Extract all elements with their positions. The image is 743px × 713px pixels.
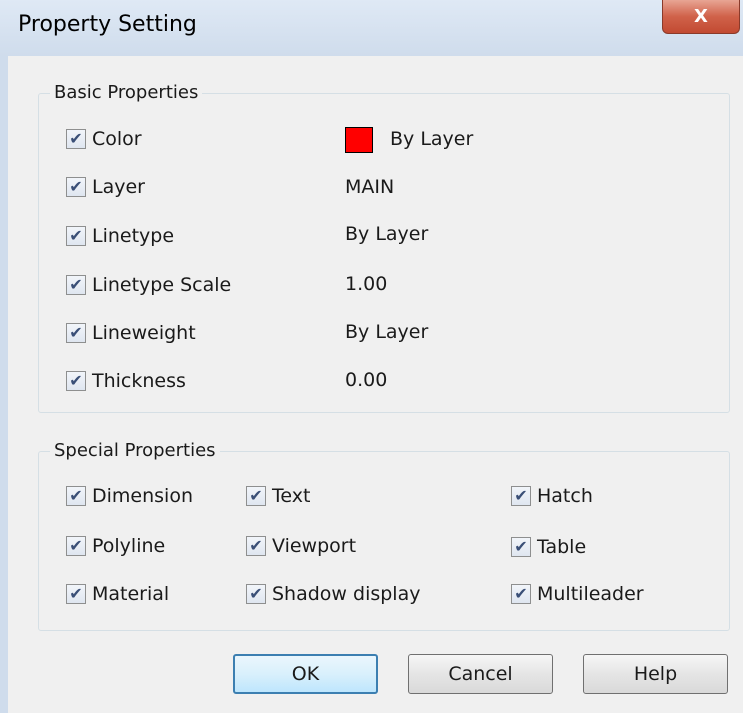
material-checkbox[interactable]: ✔ xyxy=(66,584,86,604)
multileader-checkbox[interactable]: ✔ xyxy=(511,584,531,604)
viewport-checkbox[interactable]: ✔ xyxy=(246,536,266,556)
cancel-button-label: Cancel xyxy=(448,663,513,685)
lineweight-checkbox-row[interactable]: ✔ Lineweight xyxy=(66,318,196,348)
linetype-value: By Layer xyxy=(345,223,429,245)
color-label: Color xyxy=(92,128,142,150)
layer-checkbox-row[interactable]: ✔ Layer xyxy=(66,172,145,202)
dimension-checkbox-row[interactable]: ✔ Dimension xyxy=(66,481,193,511)
close-icon: X xyxy=(694,6,708,27)
shadow-display-checkbox-row[interactable]: ✔ Shadow display xyxy=(246,579,420,609)
ok-button-label: OK xyxy=(291,663,320,685)
linetype-checkbox[interactable]: ✔ xyxy=(66,226,86,246)
table-checkbox-row[interactable]: ✔ Table xyxy=(511,532,586,562)
special-properties-label: Special Properties xyxy=(50,440,220,461)
material-checkbox-row[interactable]: ✔ Material xyxy=(66,579,169,609)
help-button-label: Help xyxy=(633,663,678,685)
lineweight-value: By Layer xyxy=(345,321,429,343)
shadow-display-label: Shadow display xyxy=(272,583,421,605)
thickness-checkbox-row[interactable]: ✔ Thickness xyxy=(66,366,186,396)
table-label: Table xyxy=(537,536,587,558)
linetype-label: Linetype xyxy=(92,225,175,247)
thickness-value: 0.00 xyxy=(345,369,388,391)
basic-properties-label: Basic Properties xyxy=(50,82,203,103)
text-checkbox[interactable]: ✔ xyxy=(246,486,266,506)
color-swatch[interactable] xyxy=(345,127,373,153)
layer-label: Layer xyxy=(92,176,145,198)
linetype-scale-checkbox-row[interactable]: ✔ Linetype Scale xyxy=(66,270,231,300)
material-label: Material xyxy=(92,583,170,605)
hatch-label: Hatch xyxy=(537,485,593,507)
dimension-label: Dimension xyxy=(92,485,193,507)
linetype-scale-value: 1.00 xyxy=(345,273,388,295)
layer-value: MAIN xyxy=(345,176,395,198)
multileader-label: Multileader xyxy=(537,583,644,605)
text-label: Text xyxy=(272,485,311,507)
lineweight-checkbox[interactable]: ✔ xyxy=(66,323,86,343)
shadow-display-checkbox[interactable]: ✔ xyxy=(246,584,266,604)
window-title: Property Setting xyxy=(18,12,197,37)
dimension-checkbox[interactable]: ✔ xyxy=(66,486,86,506)
table-checkbox[interactable]: ✔ xyxy=(511,537,531,557)
property-setting-dialog: Property Setting X Basic Properties ✔ Co… xyxy=(0,0,743,713)
hatch-checkbox-row[interactable]: ✔ Hatch xyxy=(511,481,593,511)
hatch-checkbox[interactable]: ✔ xyxy=(511,486,531,506)
lineweight-label: Lineweight xyxy=(92,322,196,344)
linetype-checkbox-row[interactable]: ✔ Linetype xyxy=(66,221,174,251)
linetype-scale-label: Linetype Scale xyxy=(92,274,232,296)
polyline-checkbox[interactable]: ✔ xyxy=(66,536,86,556)
thickness-checkbox[interactable]: ✔ xyxy=(66,371,86,391)
text-checkbox-row[interactable]: ✔ Text xyxy=(246,481,310,511)
window-frame xyxy=(0,56,8,713)
multileader-checkbox-row[interactable]: ✔ Multileader xyxy=(511,579,644,609)
color-value: By Layer xyxy=(390,128,474,150)
polyline-checkbox-row[interactable]: ✔ Polyline xyxy=(66,531,165,561)
title-bar[interactable]: Property Setting X xyxy=(0,0,743,56)
viewport-checkbox-row[interactable]: ✔ Viewport xyxy=(246,531,356,561)
close-button[interactable]: X xyxy=(662,0,740,34)
viewport-label: Viewport xyxy=(272,535,357,557)
cancel-button[interactable]: Cancel xyxy=(408,654,553,694)
color-checkbox[interactable]: ✔ xyxy=(66,129,86,149)
layer-checkbox[interactable]: ✔ xyxy=(66,177,86,197)
thickness-label: Thickness xyxy=(92,370,186,392)
ok-button[interactable]: OK xyxy=(233,654,378,694)
linetype-scale-checkbox[interactable]: ✔ xyxy=(66,275,86,295)
polyline-label: Polyline xyxy=(92,535,166,557)
color-checkbox-row[interactable]: ✔ Color xyxy=(66,124,142,154)
help-button[interactable]: Help xyxy=(583,654,728,694)
